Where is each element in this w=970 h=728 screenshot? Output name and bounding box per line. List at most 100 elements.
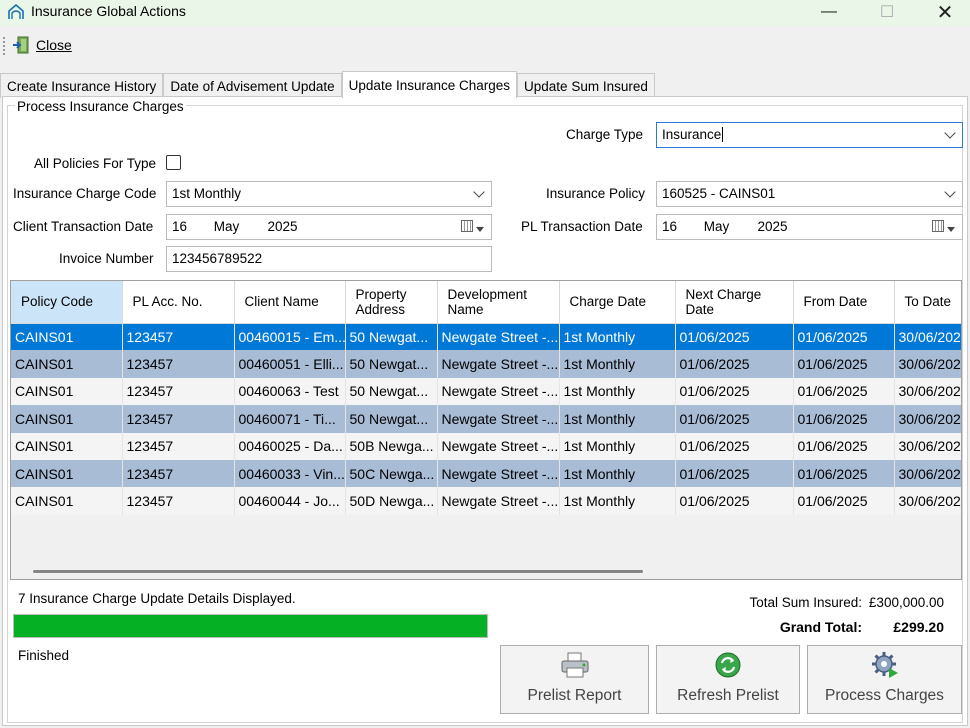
table-cell[interactable]: CAINS01	[11, 350, 123, 378]
client-date-month[interactable]: May	[214, 219, 264, 234]
column-header[interactable]: To Date	[894, 281, 961, 324]
table-cell[interactable]: CAINS01	[11, 432, 123, 460]
table-cell[interactable]: 00460015 - Em...	[234, 323, 346, 351]
pl-transaction-date-picker[interactable]: 16 May 2025	[656, 214, 963, 240]
pl-date-day[interactable]: 16	[662, 219, 700, 234]
toolbar-grip[interactable]	[3, 37, 6, 55]
maximize-button[interactable]: ☐	[864, 0, 910, 24]
process-charges-button[interactable]: Process Charges	[807, 645, 962, 714]
table-row[interactable]: CAINS01 123457 00460015 - Em... 50 Newgat..…	[11, 323, 961, 351]
table-cell[interactable]: 00460063 - Test	[234, 377, 346, 406]
table-cell[interactable]: 01/06/2025	[793, 323, 895, 351]
table-cell[interactable]: Newgate Street -...	[437, 350, 560, 378]
table-cell[interactable]: 01/06/2025	[675, 487, 794, 515]
table-cell[interactable]: 01/06/2025	[675, 459, 794, 488]
table-cell[interactable]: 01/06/2025	[793, 377, 895, 406]
close-window-button[interactable]: ✕	[922, 0, 968, 24]
calendar-dropdown-icon[interactable]	[932, 220, 956, 234]
insurance-policy-dropdown[interactable]: 160525 - CAINS01	[656, 181, 963, 207]
pl-date-month[interactable]: May	[704, 219, 754, 234]
table-cell[interactable]: 1st Monthly	[559, 405, 676, 433]
table-cell[interactable]: 50C Newga...	[345, 459, 438, 488]
table-cell[interactable]: 00460033 - Vin...	[234, 459, 346, 488]
table-cell[interactable]: 50B Newga...	[345, 432, 438, 460]
table-cell[interactable]: 1st Monthly	[559, 377, 676, 406]
table-cell[interactable]: 123457	[122, 350, 235, 378]
close-button[interactable]: Close	[12, 36, 72, 54]
table-cell[interactable]: 30/06/202	[894, 487, 961, 515]
table-cell[interactable]: 1st Monthly	[559, 350, 676, 378]
table-cell[interactable]: 1st Monthly	[559, 323, 676, 351]
table-cell[interactable]: 50 Newgat...	[345, 323, 438, 351]
table-cell[interactable]: 123457	[122, 323, 235, 351]
table-cell[interactable]: 1st Monthly	[559, 432, 676, 460]
table-cell[interactable]: 01/06/2025	[675, 323, 794, 351]
table-cell[interactable]: Newgate Street -...	[437, 405, 560, 433]
table-row[interactable]: CAINS01 123457 00460033 - Vin... 50C Newga.…	[11, 459, 961, 488]
table-cell[interactable]: CAINS01	[11, 323, 123, 351]
prelist-report-button[interactable]: Prelist Report	[500, 645, 649, 714]
table-cell[interactable]: 01/06/2025	[793, 350, 895, 378]
table-cell[interactable]: 01/06/2025	[675, 432, 794, 460]
table-cell[interactable]: 123457	[122, 432, 235, 460]
pl-date-year[interactable]: 2025	[758, 219, 788, 234]
column-header[interactable]: Client Name	[234, 281, 346, 324]
tab-date-of-advisement-update[interactable]: Date of Advisement Update	[163, 73, 342, 98]
client-date-year[interactable]: 2025	[268, 219, 298, 234]
table-cell[interactable]: Newgate Street -...	[437, 459, 560, 488]
table-cell[interactable]: 30/06/202	[894, 377, 961, 406]
table-cell[interactable]: Newgate Street -...	[437, 432, 560, 460]
table-cell[interactable]: 30/06/202	[894, 459, 961, 488]
table-cell[interactable]: CAINS01	[11, 459, 123, 488]
table-cell[interactable]: 50 Newgat...	[345, 405, 438, 433]
refresh-prelist-button[interactable]: Refresh Prelist	[656, 645, 800, 714]
charge-type-dropdown[interactable]: Insurance	[656, 122, 963, 148]
table-cell[interactable]: 30/06/202	[894, 323, 961, 351]
table-cell[interactable]: 00460071 - Ti...	[234, 405, 346, 433]
table-cell[interactable]: 123457	[122, 459, 235, 488]
charge-code-dropdown[interactable]: 1st Monthly	[166, 181, 492, 207]
table-row[interactable]: CAINS01 123457 00460071 - Ti... 50 Newgat..…	[11, 405, 961, 433]
column-header[interactable]: Development Name	[437, 281, 560, 324]
table-cell[interactable]: 50 Newgat...	[345, 377, 438, 406]
table-cell[interactable]: 30/06/202	[894, 350, 961, 378]
client-date-day[interactable]: 16	[172, 219, 210, 234]
column-header[interactable]: Charge Date	[559, 281, 676, 324]
table-cell[interactable]: 00460044 - Jo...	[234, 487, 346, 515]
table-cell[interactable]: Newgate Street -...	[437, 323, 560, 351]
column-header[interactable]: Property Address	[345, 281, 438, 324]
table-cell[interactable]: 50D Newga...	[345, 487, 438, 515]
table-cell[interactable]: Newgate Street -...	[437, 377, 560, 406]
minimize-button[interactable]: —	[806, 0, 852, 24]
tab-update-sum-insured[interactable]: Update Sum Insured	[517, 73, 655, 98]
table-cell[interactable]: 1st Monthly	[559, 487, 676, 515]
all-policies-checkbox[interactable]	[166, 155, 181, 170]
table-cell[interactable]: 01/06/2025	[793, 459, 895, 488]
table-cell[interactable]: CAINS01	[11, 487, 123, 515]
tab-create-insurance-history[interactable]: Create Insurance History	[0, 73, 164, 98]
table-cell[interactable]: 50 Newgat...	[345, 350, 438, 378]
table-cell[interactable]: 123457	[122, 377, 235, 406]
horizontal-scrollbar[interactable]	[33, 570, 643, 573]
column-header[interactable]: PL Acc. No.	[122, 281, 235, 324]
client-transaction-date-picker[interactable]: 16 May 2025	[166, 214, 492, 240]
table-cell[interactable]: CAINS01	[11, 377, 123, 406]
table-cell[interactable]: 1st Monthly	[559, 459, 676, 488]
column-header[interactable]: Policy Code	[11, 281, 123, 324]
table-row[interactable]: CAINS01 123457 00460063 - Test 50 Newgat...…	[11, 377, 961, 406]
column-header[interactable]: From Date	[793, 281, 895, 324]
column-header[interactable]: Next Charge Date	[675, 281, 794, 324]
table-cell[interactable]: 01/06/2025	[675, 405, 794, 433]
table-row[interactable]: CAINS01 123457 00460051 - Elli... 50 Newgat…	[11, 350, 961, 378]
table-cell[interactable]: 01/06/2025	[675, 377, 794, 406]
table-cell[interactable]: CAINS01	[11, 405, 123, 433]
table-cell[interactable]: 00460025 - Da...	[234, 432, 346, 460]
table-cell[interactable]: 01/06/2025	[793, 487, 895, 515]
table-row[interactable]: CAINS01 123457 00460025 - Da... 50B Newga..…	[11, 432, 961, 460]
table-row[interactable]: CAINS01 123457 00460044 - Jo... 50D Newga..…	[11, 487, 961, 515]
table-cell[interactable]: Newgate Street -...	[437, 487, 560, 515]
charges-grid[interactable]: Policy Code PL Acc. No. Client Name Prop…	[10, 280, 962, 580]
table-cell[interactable]: 01/06/2025	[675, 350, 794, 378]
table-cell[interactable]: 01/06/2025	[793, 432, 895, 460]
table-cell[interactable]: 30/06/202	[894, 405, 961, 433]
